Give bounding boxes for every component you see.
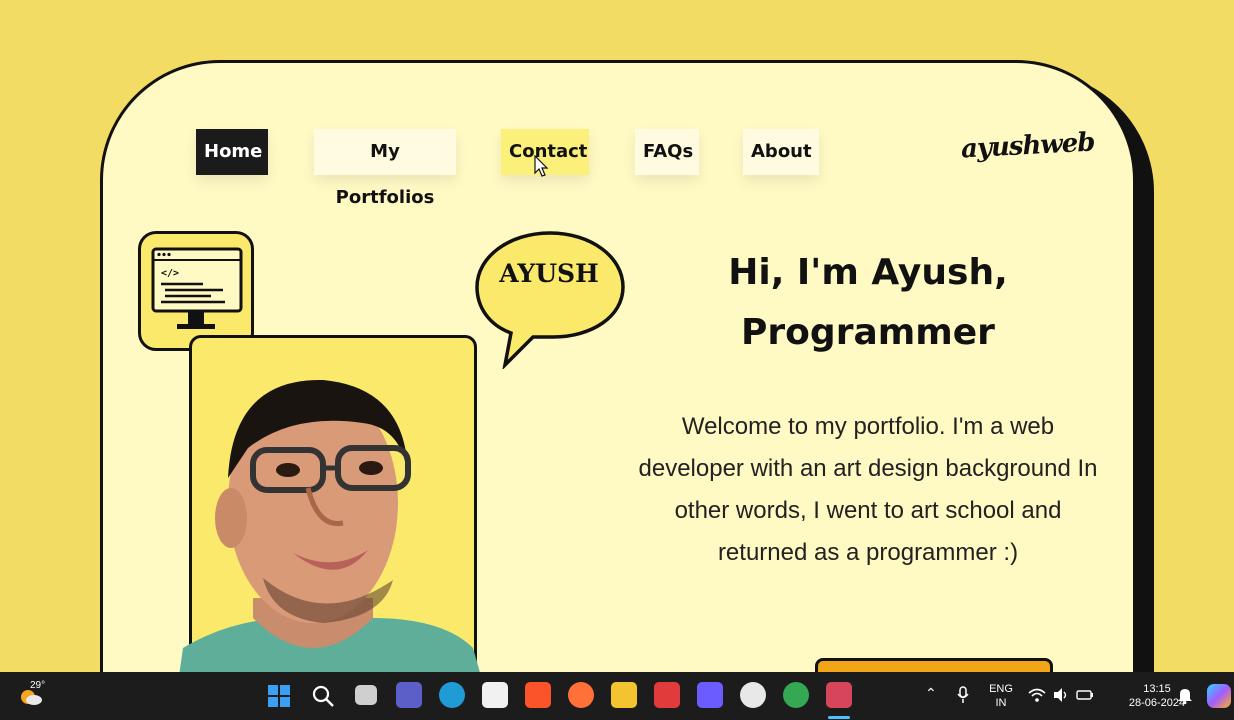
edge-icon[interactable] <box>439 682 465 708</box>
teams-icon[interactable] <box>396 682 422 708</box>
portfolio-card: Home My Portfolios Contact FAQs About ay… <box>100 60 1136 700</box>
media-icon[interactable] <box>697 682 723 708</box>
battery-icon[interactable] <box>1076 687 1094 703</box>
firefox-icon[interactable] <box>568 682 594 708</box>
nav-my-portfolios[interactable]: My Portfolios <box>314 129 456 208</box>
hero-title-line2: Programmer <box>741 312 995 353</box>
tray-overflow-icon[interactable]: ⌃ <box>925 686 937 700</box>
task-view-icon[interactable] <box>355 685 377 705</box>
language-indicator[interactable]: ENG IN <box>986 682 1016 710</box>
nav-about[interactable]: About <box>743 129 819 175</box>
hero-intro: Welcome to my portfolio. I'm a web devel… <box>638 413 1098 566</box>
file-explorer-icon[interactable] <box>611 682 637 708</box>
weather-temp: 29° <box>30 680 46 691</box>
volume-icon[interactable] <box>1052 687 1070 703</box>
brave-icon[interactable] <box>525 682 551 708</box>
nav-home[interactable]: Home <box>196 129 268 175</box>
snipping-tool-icon[interactable] <box>826 682 852 708</box>
windows-taskbar: 29° ⌃ ENG IN 13:15 28-06-2024 <box>0 672 1234 720</box>
search-icon[interactable] <box>311 684 335 708</box>
svg-text:</>: </> <box>161 268 179 279</box>
language-bottom: IN <box>995 697 1007 709</box>
nav-faqs[interactable]: FAQs <box>635 129 699 175</box>
copilot-icon[interactable] <box>1207 684 1231 708</box>
store-icon[interactable] <box>482 682 508 708</box>
chrome-icon[interactable] <box>783 682 809 708</box>
hero-title: Hi, I'm Ayush, Programmer <box>603 243 1133 363</box>
hero-title-line1: Hi, I'm Ayush, <box>728 252 1008 293</box>
site-logo[interactable]: ayushweb <box>960 128 1095 165</box>
wps-icon[interactable] <box>654 682 680 708</box>
start-icon[interactable] <box>267 684 291 708</box>
active-app-indicator <box>828 716 850 719</box>
profile-photo <box>175 379 488 700</box>
microphone-icon[interactable] <box>956 686 970 704</box>
wifi-icon[interactable] <box>1028 687 1046 703</box>
mouse-cursor-icon <box>534 155 549 177</box>
notification-bell-icon[interactable] <box>1177 686 1193 704</box>
language-top: ENG <box>989 683 1013 695</box>
chatgpt-icon[interactable] <box>740 682 766 708</box>
